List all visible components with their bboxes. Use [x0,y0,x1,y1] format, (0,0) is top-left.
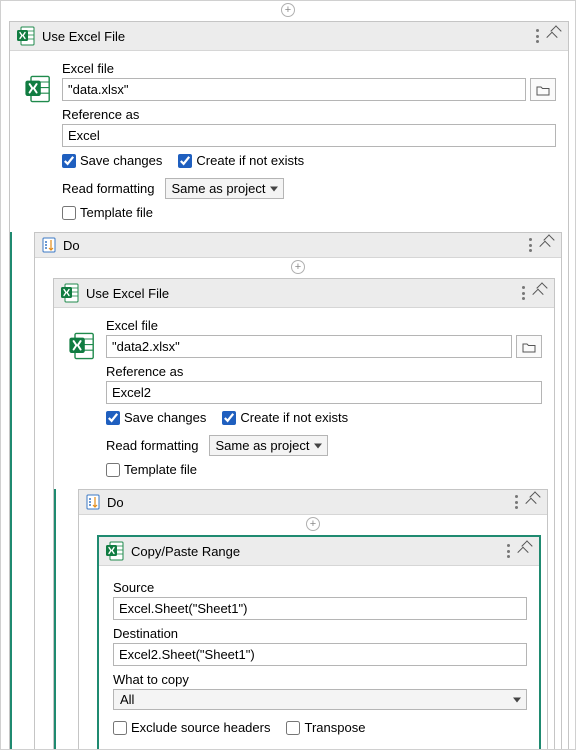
collapse-icon[interactable] [548,29,562,43]
read-formatting-dropdown[interactable]: Same as project [209,435,329,456]
collapse-icon[interactable] [541,238,555,252]
reference-as-input[interactable] [106,381,542,404]
collapse-icon[interactable] [519,544,533,558]
create-if-not-exists-checkbox[interactable]: Create if not exists [178,153,304,168]
destination-input[interactable] [113,643,527,666]
excel-icon [16,26,36,46]
activity-title: Use Excel File [42,29,530,44]
what-to-copy-dropdown[interactable]: All [113,689,527,710]
source-input[interactable] [113,597,527,620]
what-to-copy-label: What to copy [113,672,527,687]
activity-do-2[interactable]: Do Copy/Paste Range [78,489,548,750]
source-label: Source [113,580,527,595]
add-activity-top[interactable] [281,3,295,17]
read-formatting-label: Read formatting [62,181,155,196]
template-file-checkbox[interactable]: Template file [106,462,542,477]
destination-label: Destination [113,626,527,641]
menu-icon[interactable] [529,238,533,252]
activity-copy-paste-range[interactable]: Copy/Paste Range Source Destination [97,535,541,750]
exclude-source-headers-checkbox[interactable]: Exclude source headers [113,720,270,735]
menu-icon[interactable] [536,29,540,43]
transpose-checkbox[interactable]: Transpose [286,720,365,735]
excel-file-label: Excel file [106,318,542,333]
activity-use-excel-file-1[interactable]: Use Excel File Excel file Reference as S… [9,21,569,750]
activity-header[interactable]: Do [35,233,561,258]
add-activity[interactable] [291,260,305,274]
collapse-icon[interactable] [534,286,548,300]
menu-icon[interactable] [507,544,511,558]
read-formatting-dropdown[interactable]: Same as project [165,178,285,199]
activity-header[interactable]: Do [79,490,547,515]
activity-use-excel-file-2[interactable]: Use Excel File Excel file [53,278,555,750]
excel-icon [60,283,80,303]
activity-do-1[interactable]: Do Use Excel File [34,232,562,750]
create-if-not-exists-checkbox[interactable]: Create if not exists [222,410,348,425]
activity-header[interactable]: Copy/Paste Range [99,537,539,566]
collapse-icon[interactable] [527,495,541,509]
excel-icon [24,75,52,103]
browse-button[interactable] [530,78,556,101]
activity-title: Do [63,238,523,253]
save-changes-checkbox[interactable]: Save changes [62,153,162,168]
activity-title: Use Excel File [86,286,516,301]
activity-title: Do [107,495,509,510]
excel-icon [105,541,125,561]
sequence-icon [41,237,57,253]
reference-as-label: Reference as [106,364,542,379]
excel-icon [68,332,96,360]
activity-title: Copy/Paste Range [131,544,501,559]
activity-header[interactable]: Use Excel File [54,279,554,308]
save-changes-checkbox[interactable]: Save changes [106,410,206,425]
reference-as-input[interactable] [62,124,556,147]
menu-icon[interactable] [522,286,526,300]
read-formatting-label: Read formatting [106,438,199,453]
sequence-icon [85,494,101,510]
menu-icon[interactable] [515,495,519,509]
add-activity[interactable] [306,517,320,531]
excel-file-input[interactable] [62,78,526,101]
activity-header[interactable]: Use Excel File [10,22,568,51]
browse-button[interactable] [516,335,542,358]
excel-file-label: Excel file [62,61,556,76]
template-file-checkbox[interactable]: Template file [62,205,556,220]
reference-as-label: Reference as [62,107,556,122]
excel-file-input[interactable] [106,335,512,358]
